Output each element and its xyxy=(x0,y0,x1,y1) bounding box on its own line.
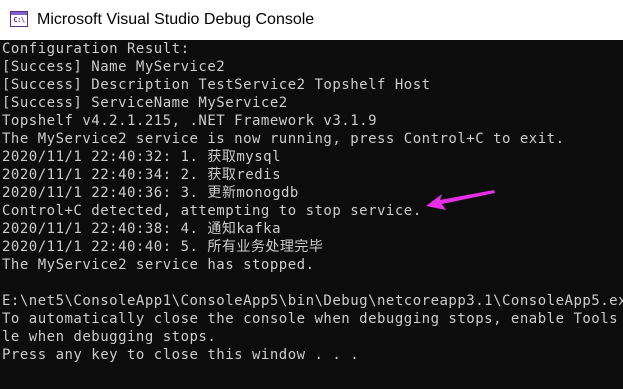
console-line: The MyService2 service has stopped. xyxy=(2,257,315,273)
console-line: le when debugging stops. xyxy=(2,329,217,345)
arrow-pointer-shape xyxy=(426,190,495,210)
console-line: To automatically close the console when … xyxy=(2,311,619,327)
console-line: 2020/11/1 22:40:38: 4. 通知kafka xyxy=(2,221,282,237)
icon-header-stripe xyxy=(11,12,27,15)
title-bar[interactable]: C:\ Microsoft Visual Studio Debug Consol… xyxy=(0,0,623,40)
console-line: Configuration Result: xyxy=(2,41,190,57)
console-line: Control+C detected, attempting to stop s… xyxy=(2,203,422,219)
visual-studio-console-icon: C:\ xyxy=(10,11,28,27)
console-line: Topshelf v4.2.1.215, .NET Framework v3.1… xyxy=(2,113,378,129)
console-line: 2020/11/1 22:40:32: 1. 获取mysql xyxy=(2,149,282,165)
console-line: 2020/11/1 22:40:40: 5. 所有业务处理完毕 xyxy=(2,239,324,255)
console-output[interactable]: Configuration Result: [Success] Name MyS… xyxy=(0,40,623,389)
console-line: [Success] Name MyService2 xyxy=(2,59,226,75)
arrow-pointer-icon xyxy=(426,190,495,210)
console-window: C:\ Microsoft Visual Studio Debug Consol… xyxy=(0,0,623,389)
window-title: Microsoft Visual Studio Debug Console xyxy=(37,11,315,28)
console-line: The MyService2 service is now running, p… xyxy=(2,131,565,147)
icon-glyph: C:\ xyxy=(13,15,25,24)
console-line: 2020/11/1 22:40:36: 3. 更新monogdb xyxy=(2,185,299,201)
console-line: [Success] Description TestService2 Topsh… xyxy=(2,77,431,93)
console-line: E:\net5\ConsoleApp1\ConsoleApp5\bin\Debu… xyxy=(2,293,623,309)
console-line: [Success] ServiceName MyService2 xyxy=(2,95,288,111)
console-line: 2020/11/1 22:40:34: 2. 获取redis xyxy=(2,167,282,183)
console-line: Press any key to close this window . . . xyxy=(2,347,360,363)
